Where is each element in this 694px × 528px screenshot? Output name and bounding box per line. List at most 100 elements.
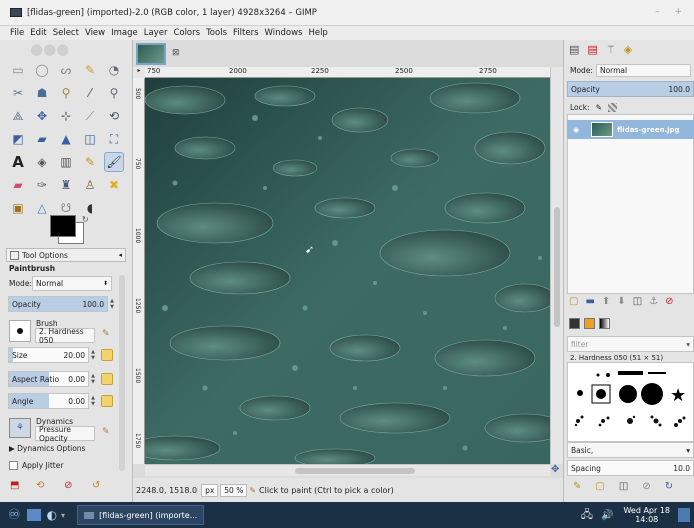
filter-dropdown-icon[interactable]: ▾ xyxy=(686,340,690,349)
apply-jitter-checkbox[interactable]: Apply Jitter xyxy=(9,461,63,470)
ruler-top[interactable]: 750 2000 2250 2500 2750 xyxy=(145,67,555,78)
free-select-icon[interactable]: ᔕ xyxy=(56,60,76,80)
vscroll-thumb[interactable] xyxy=(554,207,560,327)
lock-alpha-icon[interactable] xyxy=(607,102,617,112)
opacity-slider[interactable]: Opacity 100.0 xyxy=(8,296,108,312)
size-spin[interactable]: ▲ ▼ xyxy=(89,347,97,363)
delete-layer-icon[interactable]: ⊘ xyxy=(665,296,673,310)
menu-image[interactable]: Image xyxy=(111,28,138,38)
align-icon[interactable]: ⊹ xyxy=(56,106,76,126)
layer-opacity-slider[interactable]: Opacity 100.0 xyxy=(567,81,694,97)
image-tab-thumbnail[interactable] xyxy=(136,43,166,65)
spacing-slider[interactable]: Spacing 10.0 xyxy=(567,460,694,476)
blur-icon[interactable]: △ xyxy=(32,198,52,218)
opacity-spin[interactable]: ▲ ▼ xyxy=(108,296,116,312)
menu-colors[interactable]: Colors xyxy=(173,28,200,38)
fuzzy-select-icon[interactable]: ✎ xyxy=(80,60,100,80)
brush-tag-field[interactable]: Basic, ▾ xyxy=(567,442,694,458)
hscroll-thumb[interactable] xyxy=(295,468,415,474)
network-icon[interactable]: 🖧 xyxy=(581,506,593,525)
unit-select[interactable]: px xyxy=(201,483,219,497)
horizontal-scrollbar[interactable] xyxy=(145,464,550,476)
heal-icon[interactable]: ✖ xyxy=(104,175,124,195)
zoom-select[interactable]: 50 % xyxy=(220,483,248,497)
anchor-layer-icon[interactable]: ⚓ xyxy=(649,296,658,310)
checkbox-icon[interactable] xyxy=(9,461,18,470)
menu-filters[interactable]: Filters xyxy=(233,28,258,38)
ellipse-select-icon[interactable]: ◯ xyxy=(32,60,52,80)
delete-brush-icon[interactable]: ⊘ xyxy=(642,481,650,495)
gradients-tab-icon[interactable] xyxy=(599,318,610,329)
measure-icon[interactable]: ⟁ xyxy=(8,106,28,126)
brush-name-field[interactable]: 2. Hardness 050 xyxy=(35,327,95,345)
menu-select[interactable]: Select xyxy=(53,28,79,38)
file-manager-icon[interactable] xyxy=(26,509,41,521)
eraser-icon[interactable]: ▰ xyxy=(8,175,28,195)
mode-select[interactable]: Normal ⬍ xyxy=(32,276,112,291)
menu-file[interactable]: File xyxy=(10,28,24,38)
tag-dropdown-icon[interactable]: ▾ xyxy=(686,446,690,455)
close-tab-icon[interactable]: ⊠ xyxy=(172,48,180,58)
perspective-clone-icon[interactable]: ▣ xyxy=(8,198,28,218)
vertical-scrollbar[interactable] xyxy=(550,67,563,464)
menu-layer[interactable]: Layer xyxy=(144,28,168,38)
ruler-left[interactable]: 500 750 1000 1250 1500 1750 xyxy=(133,78,145,464)
scale-icon[interactable]: ◩ xyxy=(8,129,28,149)
taskbar-task[interactable]: [flidas-green] (importe... xyxy=(77,505,205,525)
save-options-icon[interactable]: ⬒ xyxy=(10,480,19,491)
menu-help[interactable]: Help xyxy=(308,28,327,38)
channels-tab-icon[interactable]: ▤ xyxy=(587,43,597,59)
brushes-grid[interactable]: ★ xyxy=(567,362,694,442)
window-controls[interactable]: – + xyxy=(655,7,688,17)
pencil-icon[interactable]: ✎ xyxy=(80,152,100,172)
ruler-corner-icon[interactable]: ▸ xyxy=(133,67,145,78)
layers-tab-icon[interactable]: ▤ xyxy=(569,43,579,59)
duplicate-brush-icon[interactable]: ◫ xyxy=(619,481,628,495)
paths-icon[interactable]: ⚲ xyxy=(56,83,76,103)
dynamics-icon[interactable]: ⚘ xyxy=(9,418,31,438)
app-menu-icon[interactable]: ♾ xyxy=(8,507,21,523)
new-brush-icon[interactable]: ▢ xyxy=(595,481,604,495)
text-tool-icon[interactable]: A xyxy=(8,152,28,172)
tab-menu-icon[interactable]: ◂ xyxy=(118,251,122,259)
zoom-icon[interactable]: ⚲ xyxy=(104,83,124,103)
edit-dynamics-icon[interactable]: ✎ xyxy=(102,427,110,437)
patterns-tab-icon[interactable] xyxy=(584,318,595,329)
airbrush-icon[interactable]: ✑ xyxy=(32,175,52,195)
layer-group-icon[interactable]: ▬ xyxy=(585,296,594,310)
lock-pixels-icon[interactable]: ✎ xyxy=(596,103,602,112)
flip-icon[interactable]: ◫ xyxy=(80,129,100,149)
aspect-reset-icon[interactable] xyxy=(101,373,113,385)
navigate-icon[interactable]: ✥ xyxy=(551,464,559,475)
layers-list[interactable] xyxy=(567,114,694,294)
more-launchers-icon[interactable]: ▾ xyxy=(61,511,65,520)
menu-view[interactable]: View xyxy=(85,28,105,38)
lower-layer-icon[interactable]: ⬇ xyxy=(617,296,625,310)
dynamics-options-expander[interactable]: ▶ Dynamics Options xyxy=(9,444,85,453)
dynamics-field[interactable]: Pressure Opacity xyxy=(35,425,95,443)
visibility-eye-icon[interactable]: ◉ xyxy=(573,126,579,134)
angle-spin[interactable]: ▲ ▼ xyxy=(89,393,97,409)
select-by-color-icon[interactable]: ◔ xyxy=(104,60,124,80)
duplicate-layer-icon[interactable]: ◫ xyxy=(633,296,642,310)
image-canvas[interactable]: ➹ xyxy=(145,78,550,464)
refresh-brushes-icon[interactable]: ↻ xyxy=(665,481,673,495)
angle-reset-icon[interactable] xyxy=(101,395,113,407)
browser-icon[interactable]: ◐ xyxy=(47,508,57,522)
paintbrush-icon[interactable]: 🖌 xyxy=(104,152,124,172)
raise-layer-icon[interactable]: ⬆ xyxy=(602,296,610,310)
foreground-color[interactable] xyxy=(50,215,76,237)
size-slider[interactable]: Size 20.00 xyxy=(8,347,89,363)
brushes-tab-icon[interactable] xyxy=(569,318,580,329)
history-tab-icon[interactable]: ◈ xyxy=(624,43,632,59)
rect-select-icon[interactable]: ▭ xyxy=(8,60,28,80)
clone-icon[interactable]: ♙ xyxy=(80,175,100,195)
aspect-slider[interactable]: Aspect Ratio 0.00 xyxy=(8,371,89,387)
menu-tools[interactable]: Tools xyxy=(206,28,227,38)
new-layer-icon[interactable]: ▢ xyxy=(569,296,578,310)
edit-brush-dock-icon[interactable]: ✎ xyxy=(573,481,581,495)
perspective-icon[interactable]: ▲ xyxy=(56,129,76,149)
move-icon[interactable]: ✥ xyxy=(32,106,52,126)
edit-brush-icon[interactable]: ✎ xyxy=(102,329,110,339)
brush-preview[interactable] xyxy=(9,320,31,342)
